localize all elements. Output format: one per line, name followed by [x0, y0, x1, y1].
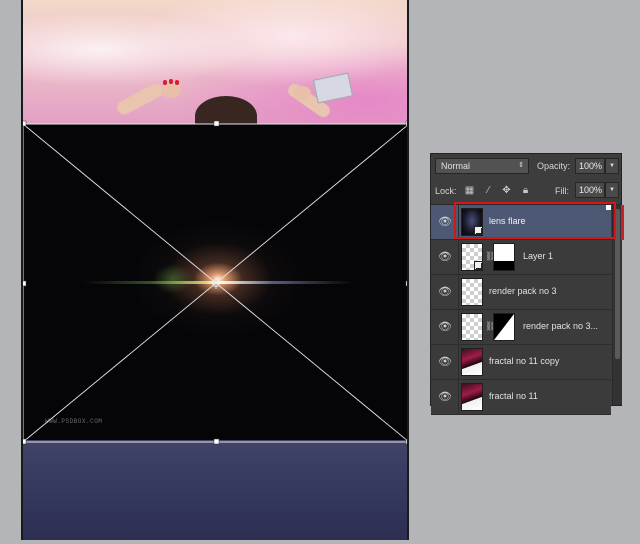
visibility-eye-icon[interactable]: 👁︎: [436, 318, 454, 336]
fill-input[interactable]: 100%: [575, 182, 605, 198]
layer-row-fractal-no-11-copy[interactable]: 👁︎ fractal no 11 copy: [431, 345, 611, 380]
blend-mode-value: Normal: [441, 161, 471, 171]
opacity-dropdown-button[interactable]: ▼: [605, 158, 619, 174]
visibility-eye-icon[interactable]: 👁︎: [436, 388, 454, 406]
transform-handle-bottom-left[interactable]: [23, 438, 27, 445]
updown-arrow-icon: ⇕: [518, 162, 524, 169]
scrollbar-thumb[interactable]: [615, 209, 620, 359]
transform-handle-right[interactable]: [405, 280, 409, 287]
layer-name[interactable]: render pack no 3: [489, 286, 557, 296]
panel-edge-marker: [606, 205, 611, 210]
canvas-document[interactable]: WWW.PSDBOX.COM: [21, 0, 409, 540]
divider: [458, 205, 459, 239]
lock-transparent-icon[interactable]: ▦: [464, 185, 475, 196]
lock-label: Lock:: [435, 186, 457, 196]
blend-mode-dropdown[interactable]: Normal ⇕: [435, 158, 529, 174]
divider: [458, 240, 459, 274]
smart-object-icon: [474, 226, 483, 235]
visibility-eye-icon[interactable]: 👁︎: [436, 248, 454, 266]
layer-name[interactable]: lens flare: [489, 216, 526, 226]
transform-handle-bottom[interactable]: [213, 438, 220, 445]
lock-position-move-icon[interactable]: ✥: [501, 185, 512, 196]
divider: [458, 275, 459, 309]
smart-object-icon: [474, 261, 483, 270]
layer-name[interactable]: render pack no 3...: [523, 321, 598, 331]
layers-options-bar: Normal ⇕ Opacity: 100% ▼ Lock: ▦ ⁄ ✥ 🔒︎ …: [431, 154, 621, 205]
opacity-label: Opacity:: [537, 161, 571, 171]
layers-panel: Normal ⇕ Opacity: 100% ▼ Lock: ▦ ⁄ ✥ 🔒︎ …: [430, 153, 622, 415]
layer-thumbnail: [461, 348, 483, 376]
layer-row-lens-flare[interactable]: 👁︎ lens flare: [431, 205, 611, 240]
layer-name[interactable]: fractal no 11: [489, 391, 538, 401]
transform-handle-top-left[interactable]: [23, 120, 27, 127]
visibility-eye-icon[interactable]: 👁︎: [436, 213, 454, 231]
divider: [458, 380, 459, 414]
layer-thumbnail: [461, 278, 483, 306]
highlight-edge-marker: [621, 205, 624, 240]
layer-name[interactable]: fractal no 11 copy: [489, 356, 559, 366]
layers-list: 👁︎ lens flare 👁︎ ⛓︎ Layer 1 👁︎ render pa…: [431, 205, 611, 415]
transform-handle-bottom-right[interactable]: [405, 438, 409, 445]
transform-handle-top-right[interactable]: [405, 120, 409, 127]
layer-mask-thumbnail[interactable]: [493, 313, 515, 341]
visibility-eye-icon[interactable]: 👁︎: [436, 353, 454, 371]
fill-label: Fill:: [555, 186, 569, 196]
divider: [458, 345, 459, 379]
visibility-eye-icon[interactable]: 👁︎: [436, 283, 454, 301]
layer-row-fractal-no-11[interactable]: 👁︎ fractal no 11: [431, 380, 611, 415]
layer-mask-thumbnail[interactable]: [493, 243, 515, 271]
layer-name[interactable]: Layer 1: [523, 251, 553, 261]
lock-all-padlock-icon[interactable]: 🔒︎: [520, 185, 531, 196]
layer-row-render-pack-no-3-masked[interactable]: 👁︎ ⛓︎ render pack no 3...: [431, 310, 611, 345]
fill-dropdown-button[interactable]: ▼: [605, 182, 619, 198]
transform-reference-point[interactable]: [210, 277, 222, 289]
lock-pixels-brush-icon[interactable]: ⁄: [483, 185, 494, 196]
opacity-input[interactable]: 100%: [575, 158, 605, 174]
free-transform-box[interactable]: [23, 0, 409, 540]
layer-thumbnail: [461, 313, 483, 341]
layer-thumbnail: [461, 383, 483, 411]
layer-row-layer-1[interactable]: 👁︎ ⛓︎ Layer 1: [431, 240, 611, 275]
layer-row-render-pack-no-3[interactable]: 👁︎ render pack no 3: [431, 275, 611, 310]
transform-handle-left[interactable]: [23, 280, 27, 287]
divider: [458, 310, 459, 344]
transform-handle-top[interactable]: [213, 120, 220, 127]
